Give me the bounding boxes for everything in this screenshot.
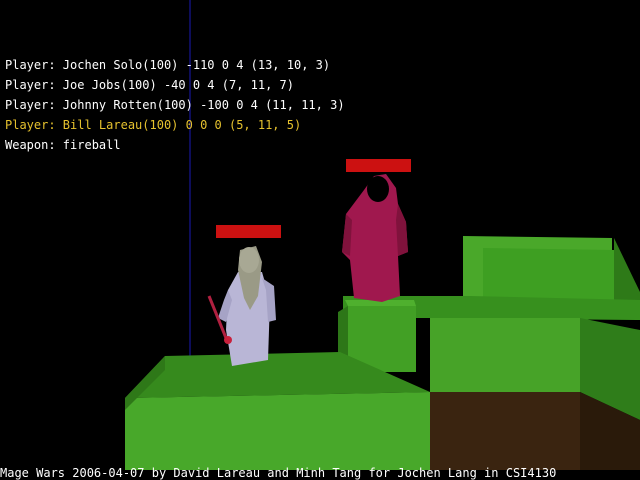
- player-line-bill-lareau: Player: Bill Lareau(100) 0 0 0 (5, 11, 5…: [5, 118, 302, 132]
- player-line-joe-jobs: Player: Joe Jobs(100) -40 0 4 (7, 11, 7): [5, 78, 294, 92]
- 3d-scene[interactable]: [0, 0, 640, 480]
- player-line-jochen-solo: Player: Jochen Solo(100) -110 0 4 (13, 1…: [5, 58, 331, 72]
- weapon-line: Weapon: fireball: [5, 138, 121, 152]
- enemy-mage-red[interactable]: [342, 159, 411, 302]
- game-viewport[interactable]: Player: Jochen Solo(100) -110 0 4 (13, 1…: [0, 0, 640, 480]
- health-bar: [346, 159, 411, 172]
- credits-text: Mage Wars 2006-04-07 by David Lareau and…: [0, 466, 557, 480]
- player-line-johnny-rotten: Player: Johnny Rotten(100) -100 0 4 (11,…: [5, 98, 345, 112]
- player-mage-white[interactable]: [207, 225, 281, 366]
- health-bar: [216, 225, 281, 238]
